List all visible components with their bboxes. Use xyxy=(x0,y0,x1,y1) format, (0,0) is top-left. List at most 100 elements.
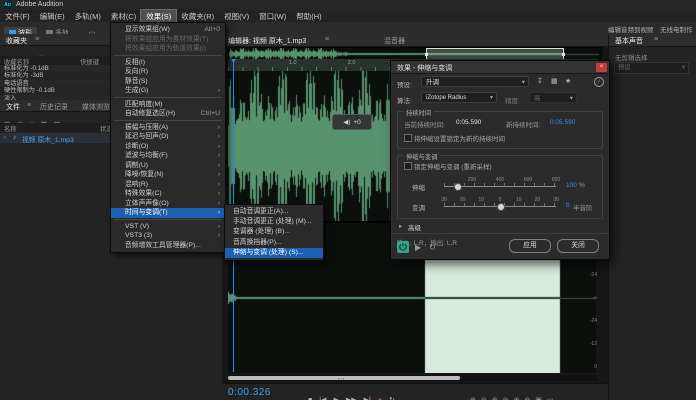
menu-item[interactable]: 显示效果组(W)Alt+0 xyxy=(111,25,225,35)
db-label: -12 xyxy=(590,341,597,347)
algorithm-select[interactable]: iZotope Radius▾ xyxy=(421,92,497,103)
loop-preview-icon[interactable]: ↻ xyxy=(429,243,436,252)
pitch-value[interactable]: 0 xyxy=(566,202,570,209)
menubar-item[interactable]: 视图(V) xyxy=(219,10,254,23)
tab-essential-sound[interactable]: 基本声音 xyxy=(615,36,643,46)
audio-file-icon: ♪ xyxy=(13,134,16,141)
menu-item[interactable]: 延迟与回声(D)› xyxy=(111,132,225,142)
pitch-slider[interactable]: 3020100102030 xyxy=(444,206,556,207)
menu-item[interactable]: 自动音调更正(A)... xyxy=(225,207,323,217)
expander-icon[interactable]: › xyxy=(4,134,6,141)
stretch-value[interactable]: 100 xyxy=(566,182,577,189)
ruler-label: 1.0 xyxy=(289,60,297,66)
menu-item[interactable]: 滤波与均衡(F)› xyxy=(111,151,225,161)
preset-select[interactable]: 升调▾ xyxy=(421,76,529,87)
stretch-slider[interactable]: 200400600800 xyxy=(444,186,556,187)
precision-select: 高▾ xyxy=(529,92,577,103)
adobe-audition-window: Au Adobe Audition 文件(F)编辑(E)多轨(M)素材(C)效果… xyxy=(0,0,696,400)
dialog-title-bar[interactable]: 效果 - 伸缩与变调 × xyxy=(391,61,609,74)
zoom-buttons: ⊕⊖⊕⊖⊕⊖▣▭ xyxy=(470,389,559,400)
new-duration-value[interactable]: 0:05.590 xyxy=(550,119,575,126)
menubar-item[interactable]: 窗口(W) xyxy=(254,10,291,23)
menu-item[interactable]: 匹配响度(M) xyxy=(111,100,225,110)
dialog-title: 效果 - 伸缩与变调 xyxy=(397,63,452,73)
menu-item[interactable]: 变调器 (处理) (B)... xyxy=(225,227,323,237)
horizontal-scrollbar[interactable]: ▪▪▪ xyxy=(228,375,598,381)
preview-play-icon[interactable]: ▶ xyxy=(415,243,421,252)
panel-menu-icon[interactable]: ≡ xyxy=(654,36,658,43)
menu-item[interactable]: 静音(S) xyxy=(111,77,225,87)
file-name[interactable]: 视频 原木_1.mp3 xyxy=(22,134,74,144)
app-title: Adobe Audition xyxy=(16,1,63,8)
chevron-down-icon: ▾ xyxy=(522,77,525,88)
panel-menu-icon[interactable]: ≡ xyxy=(27,102,31,109)
transport-buttons: ■|◀▶▶▶▶|●↻ xyxy=(308,389,402,400)
menubar-item[interactable]: 帮助(H) xyxy=(291,10,326,23)
menubar-item[interactable]: 素材(C) xyxy=(106,10,141,23)
preset-label: 预设: xyxy=(397,79,412,89)
new-duration-label: 新持续时间: xyxy=(506,119,540,129)
menu-item: 将效果组应用为轨道效果(I) xyxy=(111,44,225,54)
menubar-item[interactable]: 收藏夹(R) xyxy=(176,10,219,23)
info-icon[interactable]: i xyxy=(594,77,604,87)
menu-item[interactable]: 混响(R)› xyxy=(111,180,225,190)
menubar-item[interactable]: 文件(F) xyxy=(0,10,35,23)
menu-item[interactable]: VST3 (3)› xyxy=(111,231,225,241)
volume-hud[interactable]: ◀) +0 xyxy=(332,114,372,130)
db-label: 0 xyxy=(594,364,597,370)
pitch-unit: 半音阶 xyxy=(573,202,593,212)
menu-item[interactable]: 手动音调更正 (处理) (M)... xyxy=(225,217,323,227)
effect-power-toggle[interactable] xyxy=(397,241,409,253)
apply-button[interactable]: 应用 xyxy=(509,239,551,253)
lock-duration-checkbox[interactable] xyxy=(404,134,412,142)
menu-item[interactable]: 生成(G)› xyxy=(111,86,225,96)
panel-menu-icon[interactable]: ≡ xyxy=(325,36,329,43)
tab-favorites[interactable]: 收藏夹 xyxy=(6,36,27,46)
favorite-star-icon[interactable]: ★ xyxy=(565,77,571,85)
lock-resample-checkbox[interactable] xyxy=(404,162,412,170)
menu-item[interactable]: 特殊效果(C)› xyxy=(111,189,225,199)
close-button[interactable]: 关闭 xyxy=(557,239,599,253)
close-icon[interactable]: × xyxy=(596,63,607,72)
menu-item[interactable]: 自动修复选区(H)Ctrl+U xyxy=(111,109,225,119)
files-name-header[interactable]: 名称 xyxy=(4,124,17,133)
tab-history[interactable]: 历史记录 xyxy=(40,102,68,112)
tick-label: 30 xyxy=(553,197,559,203)
tab-editor[interactable]: 编辑器: 视频 原木_1.mp3 xyxy=(228,36,306,46)
menu-item[interactable]: 反相(I) xyxy=(111,58,225,68)
chevron-down-icon: ▾ xyxy=(682,63,685,73)
menu-item[interactable]: 立体声声像(O)› xyxy=(111,199,225,209)
stretch-label: 伸缩 xyxy=(412,182,425,192)
lock-duration-label[interactable]: 将伸缩设置锁定为新的持续时间 xyxy=(414,133,505,143)
menu-item[interactable]: 音高换挡器(P)... xyxy=(225,238,323,248)
menubar-item[interactable]: 效果(S) xyxy=(141,10,176,23)
menu-item[interactable]: 时间与变调(T)› xyxy=(111,208,225,218)
menubar-item[interactable]: 编辑(E) xyxy=(35,10,70,23)
menu-item[interactable]: 诊断(O)› xyxy=(111,142,225,152)
advanced-toggle[interactable]: 高级 xyxy=(408,222,421,232)
save-preset-icon[interactable]: ↧ xyxy=(537,77,543,85)
menu-item[interactable]: 降噪/恢复(N)› xyxy=(111,170,225,180)
menu-item[interactable]: VST (V)› xyxy=(111,222,225,232)
panel-menu-icon[interactable]: ≡ xyxy=(35,36,39,43)
pitch-slider-handle[interactable] xyxy=(497,203,505,211)
lock-resample-label[interactable]: 锁定伸缩与变调 (重新采样) xyxy=(414,161,492,171)
delete-preset-icon[interactable]: ▦ xyxy=(551,77,558,85)
menu-item[interactable]: 伸缩与变调 (处理) (S)... xyxy=(225,248,323,258)
menu-item[interactable]: 调制(U)› xyxy=(111,161,225,171)
menu-item[interactable]: 音频增效工具管理器(P)... xyxy=(111,241,225,251)
tab-mixer[interactable]: 混音器 xyxy=(384,36,405,46)
menu-item[interactable]: 反向(R) xyxy=(111,67,225,77)
db-label: ∞ xyxy=(593,295,597,301)
tick-label: 200 xyxy=(468,177,476,183)
workspace-radio-production[interactable]: 无线电制作 xyxy=(660,24,693,34)
workspace-edit-audio-to-video[interactable]: 编辑音频到视频 xyxy=(608,24,654,34)
tab-files[interactable]: 文件 xyxy=(6,102,20,112)
menu-item[interactable]: 振幅与压限(A)› xyxy=(111,123,225,133)
time-display[interactable]: 0:00.326 xyxy=(228,387,271,398)
hud-volume-value[interactable]: +0 xyxy=(353,119,360,126)
stretch-slider-handle[interactable] xyxy=(454,183,462,191)
current-duration-value: 0:05.590 xyxy=(456,119,481,126)
advanced-arrow-icon[interactable]: ▸ xyxy=(399,222,402,230)
menubar-item[interactable]: 多轨(M) xyxy=(70,10,106,23)
